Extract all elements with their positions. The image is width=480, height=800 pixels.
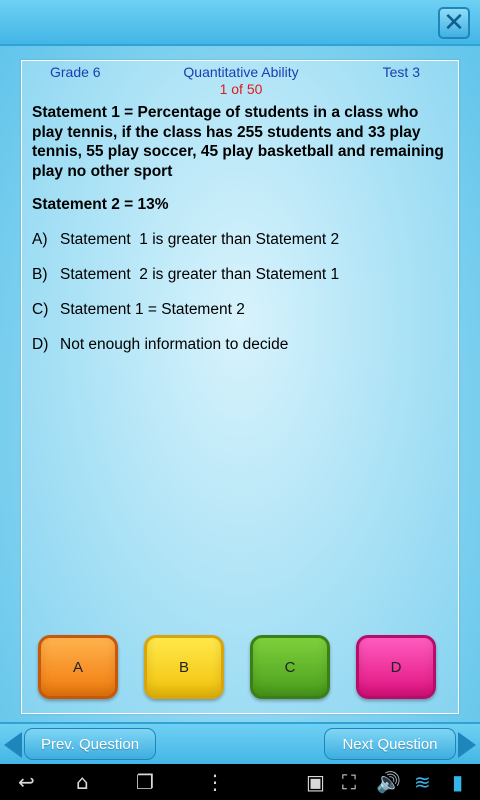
option-d: D) Not enough information to decide <box>32 336 452 354</box>
bottom-nav-bar: Prev. Question Next Question <box>0 722 480 764</box>
question-header: Grade 6 Quantitative Ability Test 3 <box>22 64 460 82</box>
prev-question-button[interactable]: Prev. Question <box>24 728 156 760</box>
statement-2: Statement 2 = 13% <box>32 196 169 213</box>
system-bar: ↩ ⌂ ❐ ⋮ ▣ ⛶ 🔊 ≋ ▮ <box>0 764 480 800</box>
statement-1: Statement 1 = Percentage of students in … <box>32 104 444 180</box>
back-icon[interactable]: ↩ <box>18 770 35 794</box>
option-a: A) Statement 1 is greater than Statement … <box>32 231 452 249</box>
top-bar: ✕ <box>0 0 480 46</box>
answer-c-button[interactable]: C <box>250 635 330 699</box>
menu-icon[interactable]: ⋮ <box>205 770 225 794</box>
battery-icon: ▮ <box>452 770 464 794</box>
option-letter: B) <box>32 266 48 283</box>
answer-a-button[interactable]: A <box>38 635 118 699</box>
option-letter: D) <box>32 336 49 353</box>
screenshot-icon: ⛶ <box>342 770 356 794</box>
option-b: B) Statement 2 is greater than Statement … <box>32 266 452 284</box>
close-button[interactable]: ✕ <box>438 7 470 39</box>
option-c: C) Statement 1 = Statement 2 <box>32 301 452 319</box>
option-text: Statement 1 is greater than Statement 2 <box>60 231 340 248</box>
wifi-icon: ≋ <box>414 770 431 794</box>
arrow-right-icon[interactable] <box>458 732 476 758</box>
option-text: Statement 1 = Statement 2 <box>60 301 245 318</box>
test-label: Test 3 <box>382 64 420 80</box>
option-letter: C) <box>32 301 49 318</box>
home-icon[interactable]: ⌂ <box>76 770 89 794</box>
question-panel: Grade 6 Quantitative Ability Test 3 1 of… <box>21 60 459 714</box>
option-letter: A) <box>32 231 48 248</box>
question-counter: 1 of 50 <box>219 81 263 97</box>
close-icon: ✕ <box>443 8 465 38</box>
arrow-left-icon[interactable] <box>4 732 22 758</box>
next-question-button[interactable]: Next Question <box>324 728 456 760</box>
volume-icon: 🔊 <box>376 770 401 794</box>
option-text: Not enough information to decide <box>60 336 289 353</box>
answer-d-button[interactable]: D <box>356 635 436 699</box>
option-text: Statement 2 is greater than Statement 1 <box>60 266 340 283</box>
answer-b-button[interactable]: B <box>144 635 224 699</box>
gallery-icon: ▣ <box>306 770 325 794</box>
app-screen: ✕ Grade 6 Quantitative Ability Test 3 1 … <box>0 0 480 764</box>
recent-apps-icon[interactable]: ❐ <box>136 770 154 794</box>
